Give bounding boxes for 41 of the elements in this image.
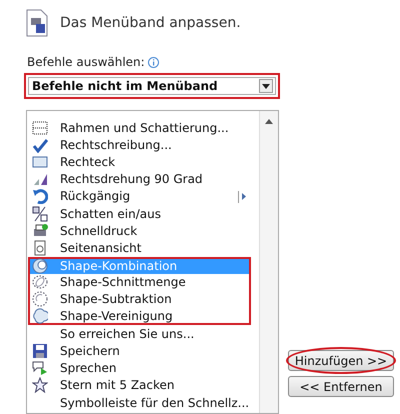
circles-icon	[32, 258, 48, 274]
undo-icon	[32, 188, 48, 204]
printer-icon	[32, 222, 48, 239]
list-item[interactable]: Rechteck	[28, 153, 252, 171]
list-item[interactable]: Symbolleiste für den Schnellz...	[28, 394, 252, 412]
list-item[interactable]: Shape-Subtraktion	[28, 290, 252, 308]
dropdown[interactable]: Befehle nicht im Menüband	[28, 77, 276, 95]
field-label: Befehle auswählen:	[27, 54, 145, 71]
list-item[interactable]: Rechtschreibung...	[28, 136, 252, 154]
star-icon	[32, 377, 48, 394]
list-item[interactable]: So erreichen Sie uns...	[28, 325, 252, 342]
add-button[interactable]: Hinzufügen >>	[288, 350, 394, 371]
document-icon	[26, 9, 48, 37]
dialog-title: Das Menüband anpassen.	[60, 14, 241, 32]
dropdown-value: Befehle nicht im Menüband	[32, 78, 218, 95]
list-item[interactable]: Speichern	[28, 342, 252, 360]
save-icon	[32, 343, 48, 360]
list-item[interactable]: Rückgängig	[28, 188, 252, 205]
caret-icon[interactable]	[259, 79, 273, 93]
check-icon	[32, 136, 48, 153]
list-item[interactable]: Schatten ein/aus	[28, 204, 252, 222]
info-icon[interactable]	[148, 56, 159, 68]
list-item[interactable]: Schnelldruck	[28, 222, 252, 240]
rectangle-icon	[32, 154, 48, 170]
scrollbar[interactable]	[259, 111, 278, 413]
list-item[interactable]: Sprechen	[28, 360, 252, 377]
circles-icon	[32, 291, 48, 308]
list-item[interactable]: Rahmen und Schattierung...	[28, 119, 252, 136]
list-item[interactable]: Stern mit 5 Zacken	[28, 376, 252, 394]
list-item[interactable]: Shape-Vereinigung	[28, 308, 252, 326]
submenu-arrow-icon[interactable]	[238, 190, 246, 203]
page-view-icon	[32, 240, 48, 256]
shadow-icon	[32, 206, 48, 222]
circles-icon	[32, 274, 48, 290]
list-item[interactable]: Seitenansicht	[28, 239, 252, 256]
list-item[interactable]: Rechtsdrehung 90 Grad	[28, 170, 252, 188]
list-item[interactable]: Shape-Schnittmenge	[28, 274, 252, 291]
scroll-up-icon[interactable]	[265, 119, 274, 124]
remove-button[interactable]: << Entfernen	[288, 376, 394, 397]
speech-icon	[32, 360, 48, 376]
circles-icon	[32, 308, 48, 324]
